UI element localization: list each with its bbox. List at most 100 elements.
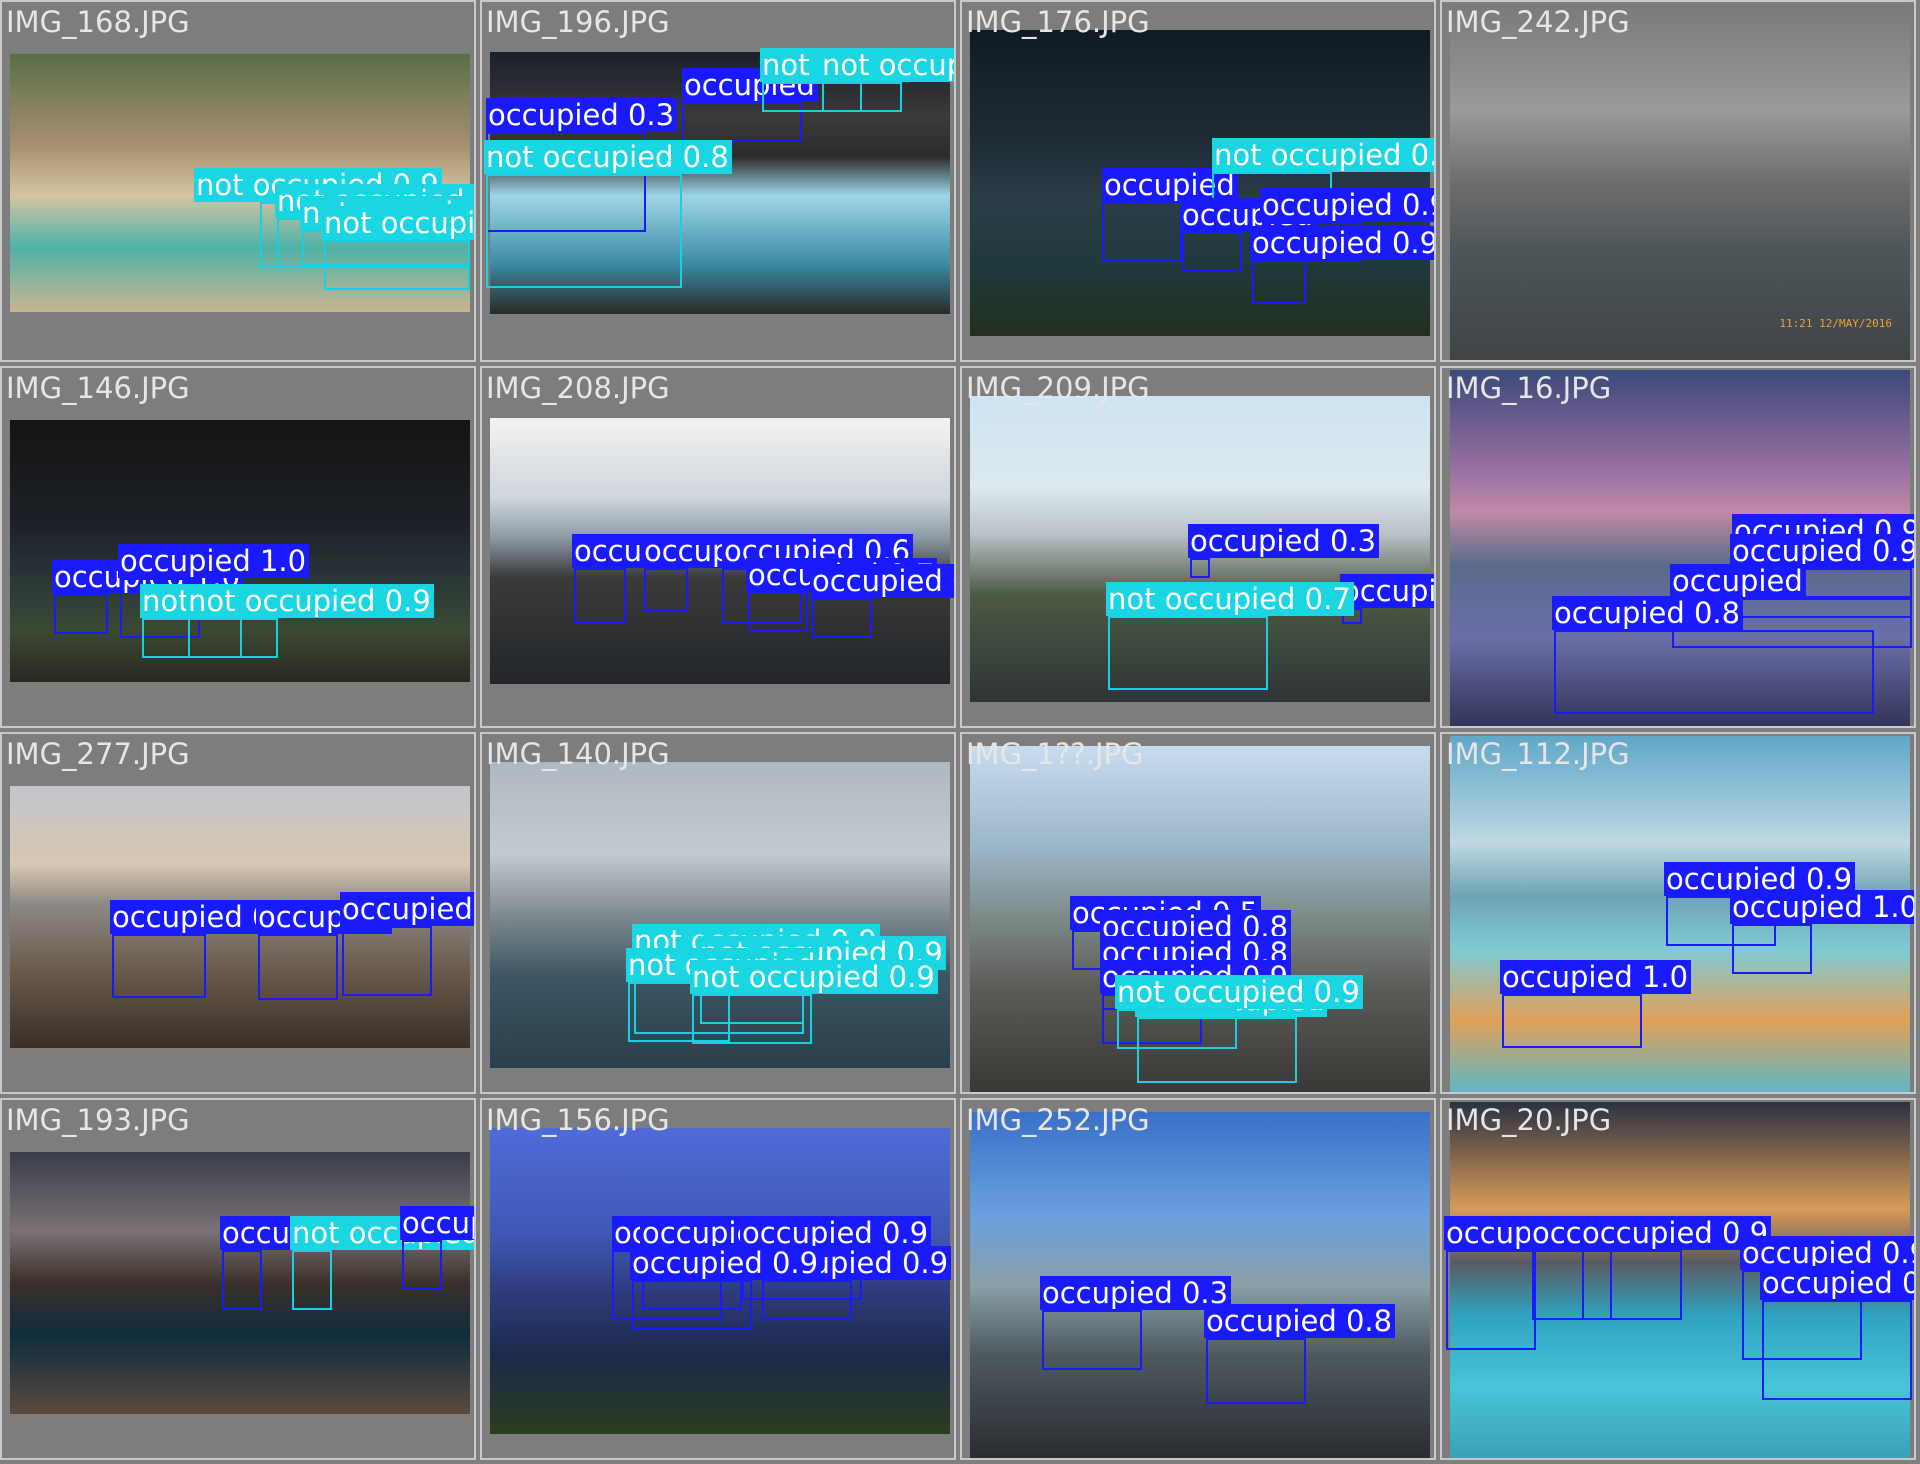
- bounding-box: [54, 594, 108, 634]
- occupied-detection[interactable]: occupied: [1102, 168, 1238, 262]
- detection-label: occupied 0.9: [810, 564, 954, 598]
- image-tile[interactable]: IMG_242.JPG 11:21 12/MAY/2016: [1440, 0, 1916, 362]
- detection-label: not occupied 0.9: [322, 206, 474, 240]
- detection-label: occupied 0.9: [1340, 574, 1434, 608]
- detection-label: occupied 0.9: [1250, 226, 1434, 260]
- occupied-detection[interactable]: occupied 0.9: [400, 1206, 474, 1290]
- bounding-box: [222, 1250, 262, 1310]
- occupied-detection[interactable]: occupied 0.9: [630, 1246, 822, 1330]
- scene-photo: [1450, 4, 1910, 360]
- not-occupied-detection[interactable]: not occupied 0.9: [820, 48, 954, 112]
- occupied-detection[interactable]: occupied 0.3: [340, 892, 474, 996]
- detection-label: occupied 0.8: [1204, 1304, 1396, 1338]
- occupied-detection[interactable]: occupied 0.9: [110, 900, 302, 998]
- bounding-box: [574, 568, 626, 624]
- image-filename: IMG_242.JPG: [1446, 5, 1630, 39]
- image-tile[interactable]: IMG_16.JPG occupied 0.9 occupied 0.9 occupi…: [1440, 366, 1916, 728]
- occupied-detection[interactable]: occupied 1.0: [1500, 960, 1692, 1048]
- photo-timestamp: 11:21 12/MAY/2016: [1779, 317, 1892, 330]
- not-occupied-detection[interactable]: not occupied 0.9: [322, 206, 474, 290]
- image-filename: IMG_112.JPG: [1446, 737, 1630, 771]
- occupied-detection[interactable]: occupied 0.9: [1580, 1216, 1772, 1320]
- detection-label: occupied 0.9: [1760, 1266, 1914, 1300]
- detection-label: occupied 0.9: [630, 1246, 822, 1280]
- not-occupied-detection[interactable]: not occupied 0.9: [1115, 975, 1363, 1049]
- detection-label: not occupied 0.9: [690, 960, 938, 994]
- image-tile[interactable]: IMG_208.JPG occupied 0.7occupied 1.0occup…: [480, 366, 956, 728]
- image-tile[interactable]: IMG_168.JPGnot occupied 0.9not occupied …: [0, 0, 476, 362]
- not-occupied-detection[interactable]: not occupied 0.9: [690, 960, 938, 1044]
- bounding-box: [762, 1280, 852, 1320]
- image-tile[interactable]: IMG_176.JPG occupied not occupied 0.9 occup…: [960, 0, 1436, 362]
- occupied-detection[interactable]: occupied 1.0: [1730, 890, 1914, 974]
- occupied-detection[interactable]: occupied: [220, 1216, 356, 1310]
- bounding-box: [812, 598, 872, 638]
- image-filename: IMG_1??.JPG: [966, 737, 1144, 771]
- not-occupied-detection[interactable]: not occupied 0.7: [1106, 582, 1354, 690]
- detection-label: not occupied 0.7: [1106, 582, 1354, 616]
- detection-label: occupied 0.9: [1260, 188, 1434, 222]
- occupied-detection[interactable]: occupied 0.3: [1040, 1276, 1232, 1370]
- occupied-detection[interactable]: occupied 0.7: [572, 534, 764, 624]
- bounding-box: [1190, 558, 1210, 578]
- occupied-detection[interactable]: occupied: [1180, 198, 1316, 272]
- image-tile[interactable]: IMG_140.JPGnot occupied 0.9not occupied …: [480, 732, 956, 1094]
- image-tile[interactable]: IMG_146.JPGoccupied 1.0occupied 1.0not o…: [0, 366, 476, 728]
- occupied-detection[interactable]: occupied 0.9: [1250, 226, 1434, 304]
- detection-label: not occupied 0.8: [484, 140, 732, 174]
- bounding-box: [112, 934, 206, 998]
- image-filename: IMG_196.JPG: [486, 5, 670, 39]
- bounding-box: [644, 568, 688, 612]
- bounding-box: [1117, 1009, 1237, 1049]
- occupied-detection[interactable]: occupied 0.9: [810, 564, 954, 638]
- image-tile[interactable]: IMG_209.JPG occupied 0.3 occupied 0.9not o…: [960, 366, 1436, 728]
- bounding-box: [342, 926, 432, 996]
- bounding-box: [292, 1250, 332, 1310]
- image-tile[interactable]: IMG_196.JPGoccupied 0.3occupiednot occup…: [480, 0, 956, 362]
- occupied-detection[interactable]: occupied 0.8: [1204, 1304, 1396, 1404]
- bounding-box: [1732, 924, 1812, 974]
- detection-label: occupied 0.9: [400, 1206, 474, 1240]
- not-occupied-detection[interactable]: not occupied 0.9: [186, 584, 434, 658]
- occupied-detection[interactable]: occupied: [1444, 1216, 1580, 1350]
- detection-label: occupied 1.0: [1500, 960, 1692, 994]
- image-tile[interactable]: IMG_112.JPG occupied 0.9 occupied 1.0 occup…: [1440, 732, 1916, 1094]
- image-tile[interactable]: IMG_193.JPG occupiednot occupied 0.4occup…: [0, 1098, 476, 1460]
- detection-label: occupied 1.0: [1730, 890, 1914, 924]
- bounding-box: [1108, 616, 1268, 690]
- bounding-box: [1102, 202, 1182, 262]
- image-filename: IMG_16.JPG: [1446, 371, 1612, 405]
- bounding-box: [1252, 260, 1306, 304]
- image-tile[interactable]: IMG_20.JPGoccupiedoccupiedoccupied 0.9oc…: [1440, 1098, 1916, 1460]
- not-occupied-detection[interactable]: not occupied 0.4: [290, 1216, 474, 1310]
- detection-label: not occupied 0.9: [1115, 975, 1363, 1009]
- image-tile[interactable]: IMG_277.JPG occupied 0.9 occupied occupied …: [0, 732, 476, 1094]
- bounding-box: [258, 934, 338, 1000]
- bounding-box: [1182, 232, 1242, 272]
- bounding-box: [1582, 1250, 1682, 1320]
- image-filename: IMG_209.JPG: [966, 371, 1150, 405]
- image-tile[interactable]: IMG_252.JPG occupied 0.3 occupied 0.8: [960, 1098, 1436, 1460]
- detection-label: not occupied 0.9: [820, 48, 954, 82]
- image-filename: IMG_252.JPG: [966, 1103, 1150, 1137]
- occupied-detection[interactable]: occupied 0.7: [746, 558, 938, 632]
- occupied-detection[interactable]: occupied 1.0: [52, 560, 244, 634]
- detection-label: occupied 0.9: [1740, 1236, 1914, 1270]
- occupied-detection[interactable]: occupied 0.8: [1552, 596, 1874, 714]
- occupied-detection[interactable]: occupied 0.9: [760, 1246, 952, 1320]
- occupied-detection[interactable]: occupied: [256, 900, 392, 1000]
- image-filename: IMG_20.JPG: [1446, 1103, 1612, 1137]
- occupied-detection[interactable]: occupied 1.0: [642, 534, 834, 612]
- bounding-box: [486, 174, 682, 288]
- image-tile[interactable]: IMG_1??.JPGoccupied 0.5occupied 0.8occup…: [960, 732, 1436, 1094]
- bounding-box: [748, 592, 808, 632]
- not-occupied-detection[interactable]: not occupied 0.8: [484, 140, 732, 288]
- detection-label: occupied 0.3: [486, 98, 678, 132]
- occupied-detection[interactable]: occupied 0.9: [1760, 1266, 1914, 1400]
- detection-label: occupied 1.0: [118, 544, 310, 578]
- occupied-detection[interactable]: occupied 0.3: [1188, 524, 1380, 578]
- bounding-box: [1762, 1300, 1912, 1400]
- bounding-box: [1446, 1250, 1536, 1350]
- image-tile[interactable]: IMG_156.JPG occupied 0.9 occupied 0.9 occup…: [480, 1098, 956, 1460]
- bounding-box: [188, 618, 278, 658]
